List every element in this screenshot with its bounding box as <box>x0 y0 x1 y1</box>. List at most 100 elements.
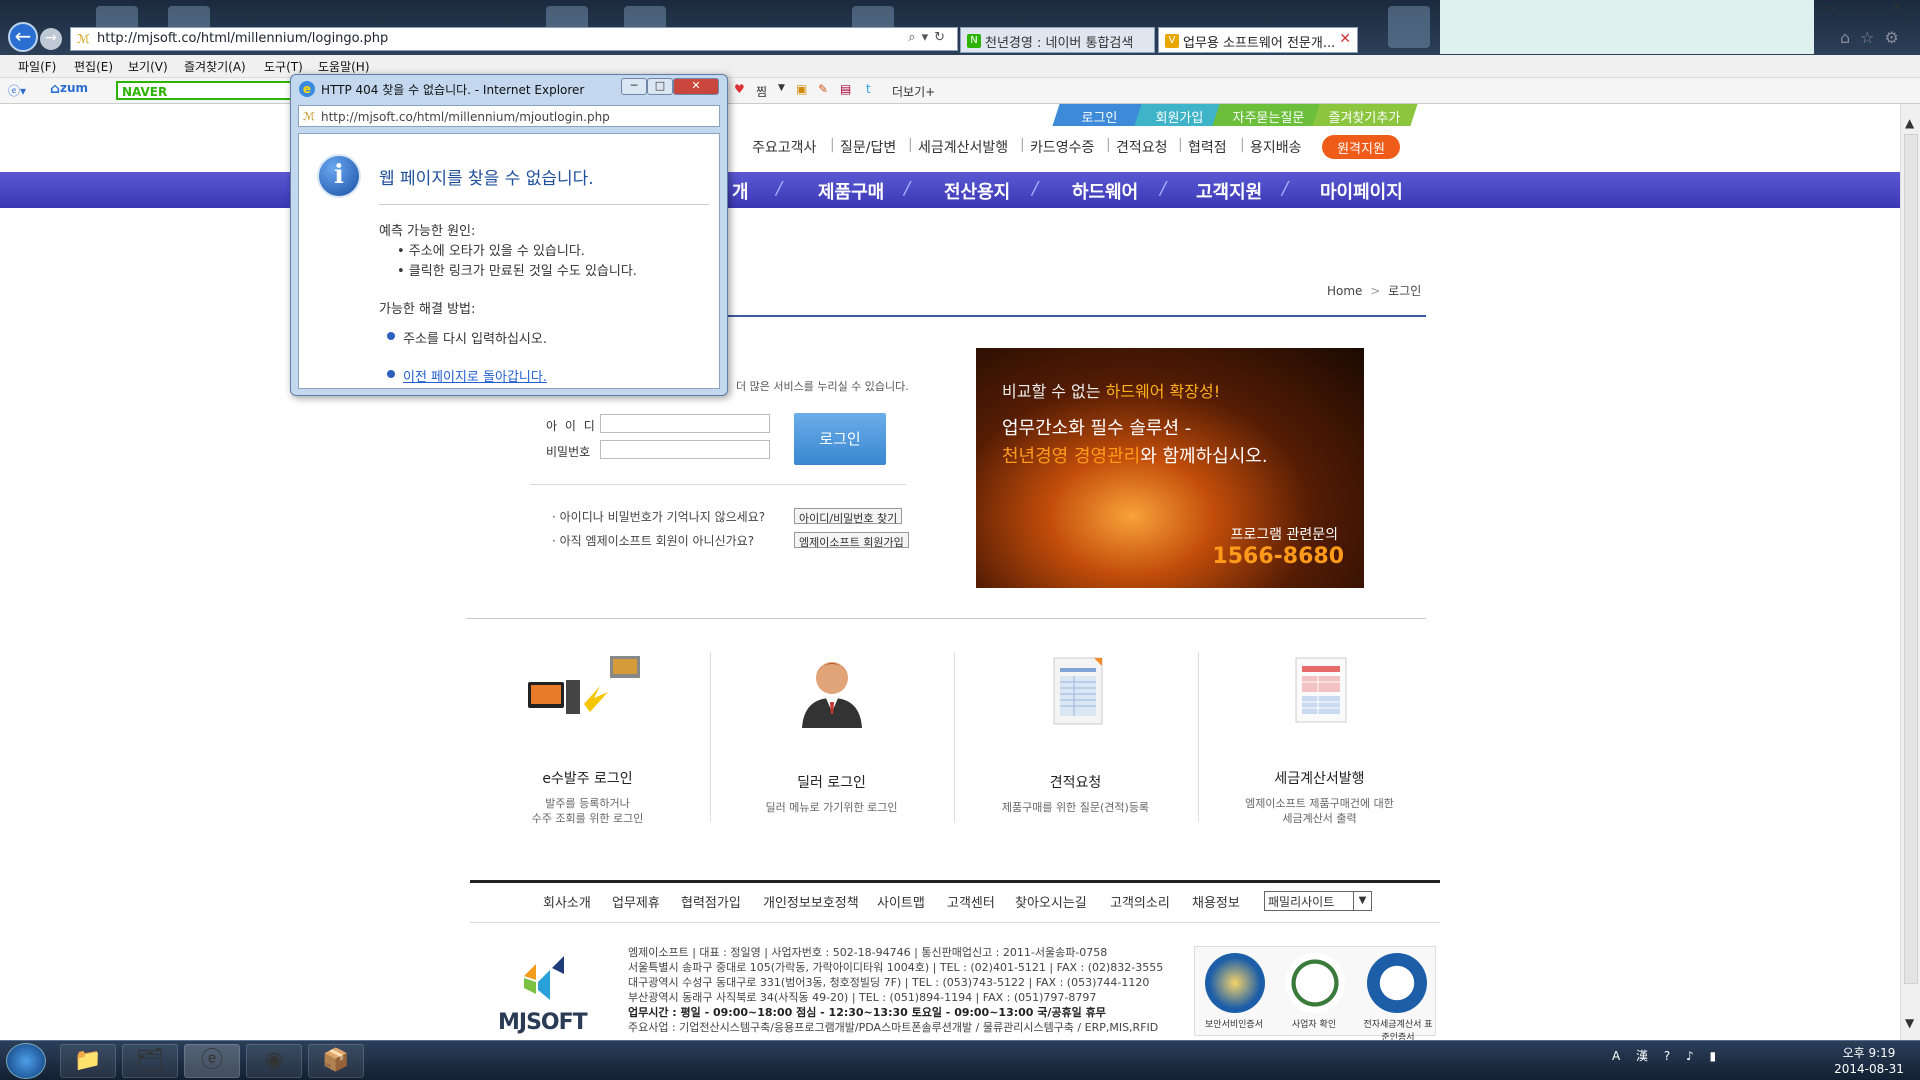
tab-mjsoft[interactable]: V 업무용 소프트웨어 전문개... ✕ <box>1158 27 1358 53</box>
signup-button[interactable]: 엠제이소프트 회원가입 <box>794 532 909 549</box>
go-back-link[interactable]: 이전 페이지로 돌아갑니다. <box>403 366 547 385</box>
naver-search-box[interactable]: NAVER <box>116 81 296 100</box>
scroll-up-icon[interactable]: ▲ <box>1905 116 1914 130</box>
footer-link-customer-center[interactable]: 고객센터 <box>947 892 995 911</box>
folder-icon[interactable]: 🗂 <box>122 1044 178 1078</box>
menu-edit[interactable]: 편집(E) <box>74 58 113 75</box>
menu-file[interactable]: 파일(F) <box>18 58 56 75</box>
rss-icon[interactable]: ▣ <box>796 82 807 96</box>
scroll-thumb[interactable] <box>1904 134 1918 984</box>
service-tax-invoice[interactable]: 세금계산서발행 엠제이소프트 제품구매건에 대한 세금계산서 출력 <box>1198 652 1441 825</box>
tab-naver-search[interactable]: N 천년경영 : 네이버 통합검색 <box>960 27 1155 53</box>
footer-link-partnership[interactable]: 업무제휴 <box>612 892 660 911</box>
service-dealer-login[interactable]: 딜러 로그인 딜러 메뉴로 가기위한 로그인 <box>710 652 953 822</box>
maximize-button[interactable]: ▢ <box>1847 0 1880 14</box>
package-icon[interactable]: 📦 <box>308 1044 364 1078</box>
volume-icon[interactable]: ♪ <box>1686 1049 1700 1063</box>
security-cert-icon[interactable] <box>1205 953 1265 1013</box>
password-input[interactable] <box>600 440 770 459</box>
find-account-button[interactable]: 아이디/비밀번호 찾기 <box>794 508 903 525</box>
top-link-faq[interactable]: 자주묻는질문 <box>1212 104 1326 126</box>
twitter-icon[interactable]: t <box>866 82 871 96</box>
top-link-bookmark[interactable]: 즐겨찾기추가 <box>1312 104 1418 126</box>
dialog-maximize-button[interactable]: □ <box>647 78 673 95</box>
top-link-login[interactable]: 로그인 <box>1052 104 1148 126</box>
zum-home-button[interactable]: ⌂ zum <box>50 81 88 97</box>
solution-title: 가능한 해결 방법: <box>379 302 476 317</box>
search-icon[interactable]: ⌕ <box>908 30 921 45</box>
nav-item-company[interactable]: 개 <box>732 178 749 204</box>
menu-view[interactable]: 보기(V) <box>128 58 168 75</box>
login-button[interactable]: 로그인 <box>794 413 886 465</box>
refresh-icon[interactable]: ↻ <box>934 30 951 45</box>
footer-link-sitemap[interactable]: 사이트맵 <box>877 892 925 911</box>
scroll-down-icon[interactable]: ▼ <box>1905 1016 1914 1030</box>
safe-trade-cert-icon[interactable] <box>1285 953 1345 1013</box>
menu-favorites[interactable]: 즐겨찾기(A) <box>184 58 246 75</box>
app-icon[interactable]: ◉ <box>246 1044 302 1078</box>
dialog-minimize-button[interactable]: ─ <box>621 78 647 95</box>
nav-item-paper[interactable]: 전산용지 <box>944 178 1010 204</box>
util-link-tax-invoice[interactable]: 세금계산서발행 <box>918 137 1008 157</box>
chevron-down-icon[interactable]: ▼ <box>778 83 785 93</box>
gear-icon[interactable]: ⚙ <box>1885 28 1909 47</box>
heart-icon[interactable]: ♥ <box>734 82 745 96</box>
menu-help[interactable]: 도움말(H) <box>318 58 370 75</box>
footer-link-directions[interactable]: 찾아오시는길 <box>1015 892 1087 911</box>
bullet-icon <box>387 370 395 378</box>
start-button[interactable] <box>6 1043 46 1079</box>
network-icon[interactable]: ▮ <box>1710 1049 1723 1063</box>
ie-icon[interactable]: ⓔ▾ <box>8 82 26 99</box>
top-link-signup[interactable]: 회원가입 <box>1134 104 1226 126</box>
nav-item-mypage[interactable]: 마이페이지 <box>1320 178 1403 204</box>
brush-icon[interactable]: ✎ <box>818 82 828 96</box>
nav-item-hardware[interactable]: 하드웨어 <box>1072 178 1138 204</box>
footer-link-company[interactable]: 회사소개 <box>543 892 591 911</box>
star-icon[interactable]: ☆ <box>1860 28 1884 47</box>
back-button[interactable]: ← <box>8 22 38 52</box>
explorer-icon[interactable]: 📁 <box>60 1044 116 1078</box>
page-scrollbar[interactable]: ▲ ▼ <box>1900 104 1920 1040</box>
chevron-down-icon[interactable]: ▾ <box>922 30 935 45</box>
minimize-button[interactable]: ▭ <box>1814 0 1847 14</box>
close-button[interactable]: ✕ <box>1880 0 1913 14</box>
system-tray[interactable]: A 漢 ? ♪ ▮ <box>1612 1047 1722 1064</box>
close-tab-icon[interactable]: ✕ <box>1339 31 1351 47</box>
service-estimate[interactable]: 견적요청 제품구매를 위한 질문(견적)등록 <box>954 652 1197 822</box>
menu-tools[interactable]: 도구(T) <box>264 58 303 75</box>
id-input[interactable] <box>600 414 770 433</box>
pdf-icon[interactable]: ▤ <box>840 82 851 96</box>
home-icon[interactable]: ⌂ <box>1840 28 1860 47</box>
naver-icon: N <box>967 34 981 48</box>
mjsoft-logo[interactable]: MJSOFT <box>498 952 600 1036</box>
service-e-order-login[interactable]: e수발주 로그인 발주를 등록하거나 수주 조회를 위한 로그인 <box>466 652 709 825</box>
util-link-card-receipt[interactable]: 카드영수증 <box>1030 137 1094 157</box>
promo-banner[interactable]: 비교할 수 없는 하드웨어 확장성! 업무간소화 필수 솔루션 - 천년경영 경… <box>976 348 1364 588</box>
address-bar[interactable]: ℳ http://mjsoft.co/html/millennium/login… <box>70 27 958 51</box>
family-site-select[interactable]: 패밀리사이트 ▼ <box>1264 891 1372 911</box>
internet-explorer-icon[interactable]: ⓔ <box>184 1044 240 1078</box>
nipa-cert-icon[interactable] <box>1367 953 1427 1013</box>
more-link[interactable]: 더보기+ <box>892 83 935 100</box>
util-link-partners[interactable]: 협력점 <box>1188 137 1227 157</box>
util-link-clients[interactable]: 주요고객사 <box>752 137 816 157</box>
footer-link-privacy[interactable]: 개인정보보호정책 <box>763 892 859 911</box>
remote-support-button[interactable]: 원격지원 <box>1322 135 1400 159</box>
footer-link-partner-join[interactable]: 협력점가입 <box>681 892 741 911</box>
dialog-close-button[interactable]: ✕ <box>673 78 719 95</box>
dialog-address-bar[interactable]: ℳ http://mjsoft.co/html/millennium/mjout… <box>298 105 720 127</box>
nav-item-products[interactable]: 제품구매 <box>818 178 884 204</box>
forward-button[interactable]: → <box>40 28 62 50</box>
util-separator: | <box>1240 137 1245 153</box>
util-link-qna[interactable]: 질문/답변 <box>840 137 896 157</box>
footer-link-voice[interactable]: 고객의소리 <box>1110 892 1170 911</box>
nav-item-support[interactable]: 고객지원 <box>1196 178 1262 204</box>
address-buttons[interactable]: ⌕▾↻ <box>908 30 951 45</box>
breadcrumb-home[interactable]: Home <box>1327 284 1362 298</box>
footer-link-careers[interactable]: 채용정보 <box>1192 892 1240 911</box>
jjim-label[interactable]: 찜 <box>756 83 767 100</box>
util-link-paper-delivery[interactable]: 용지배송 <box>1250 137 1302 157</box>
taskbar-clock[interactable]: 오후 9:19 2014-08-31 <box>1828 1045 1910 1077</box>
background-window <box>1440 0 1814 54</box>
util-link-estimate[interactable]: 견적요청 <box>1116 137 1168 157</box>
